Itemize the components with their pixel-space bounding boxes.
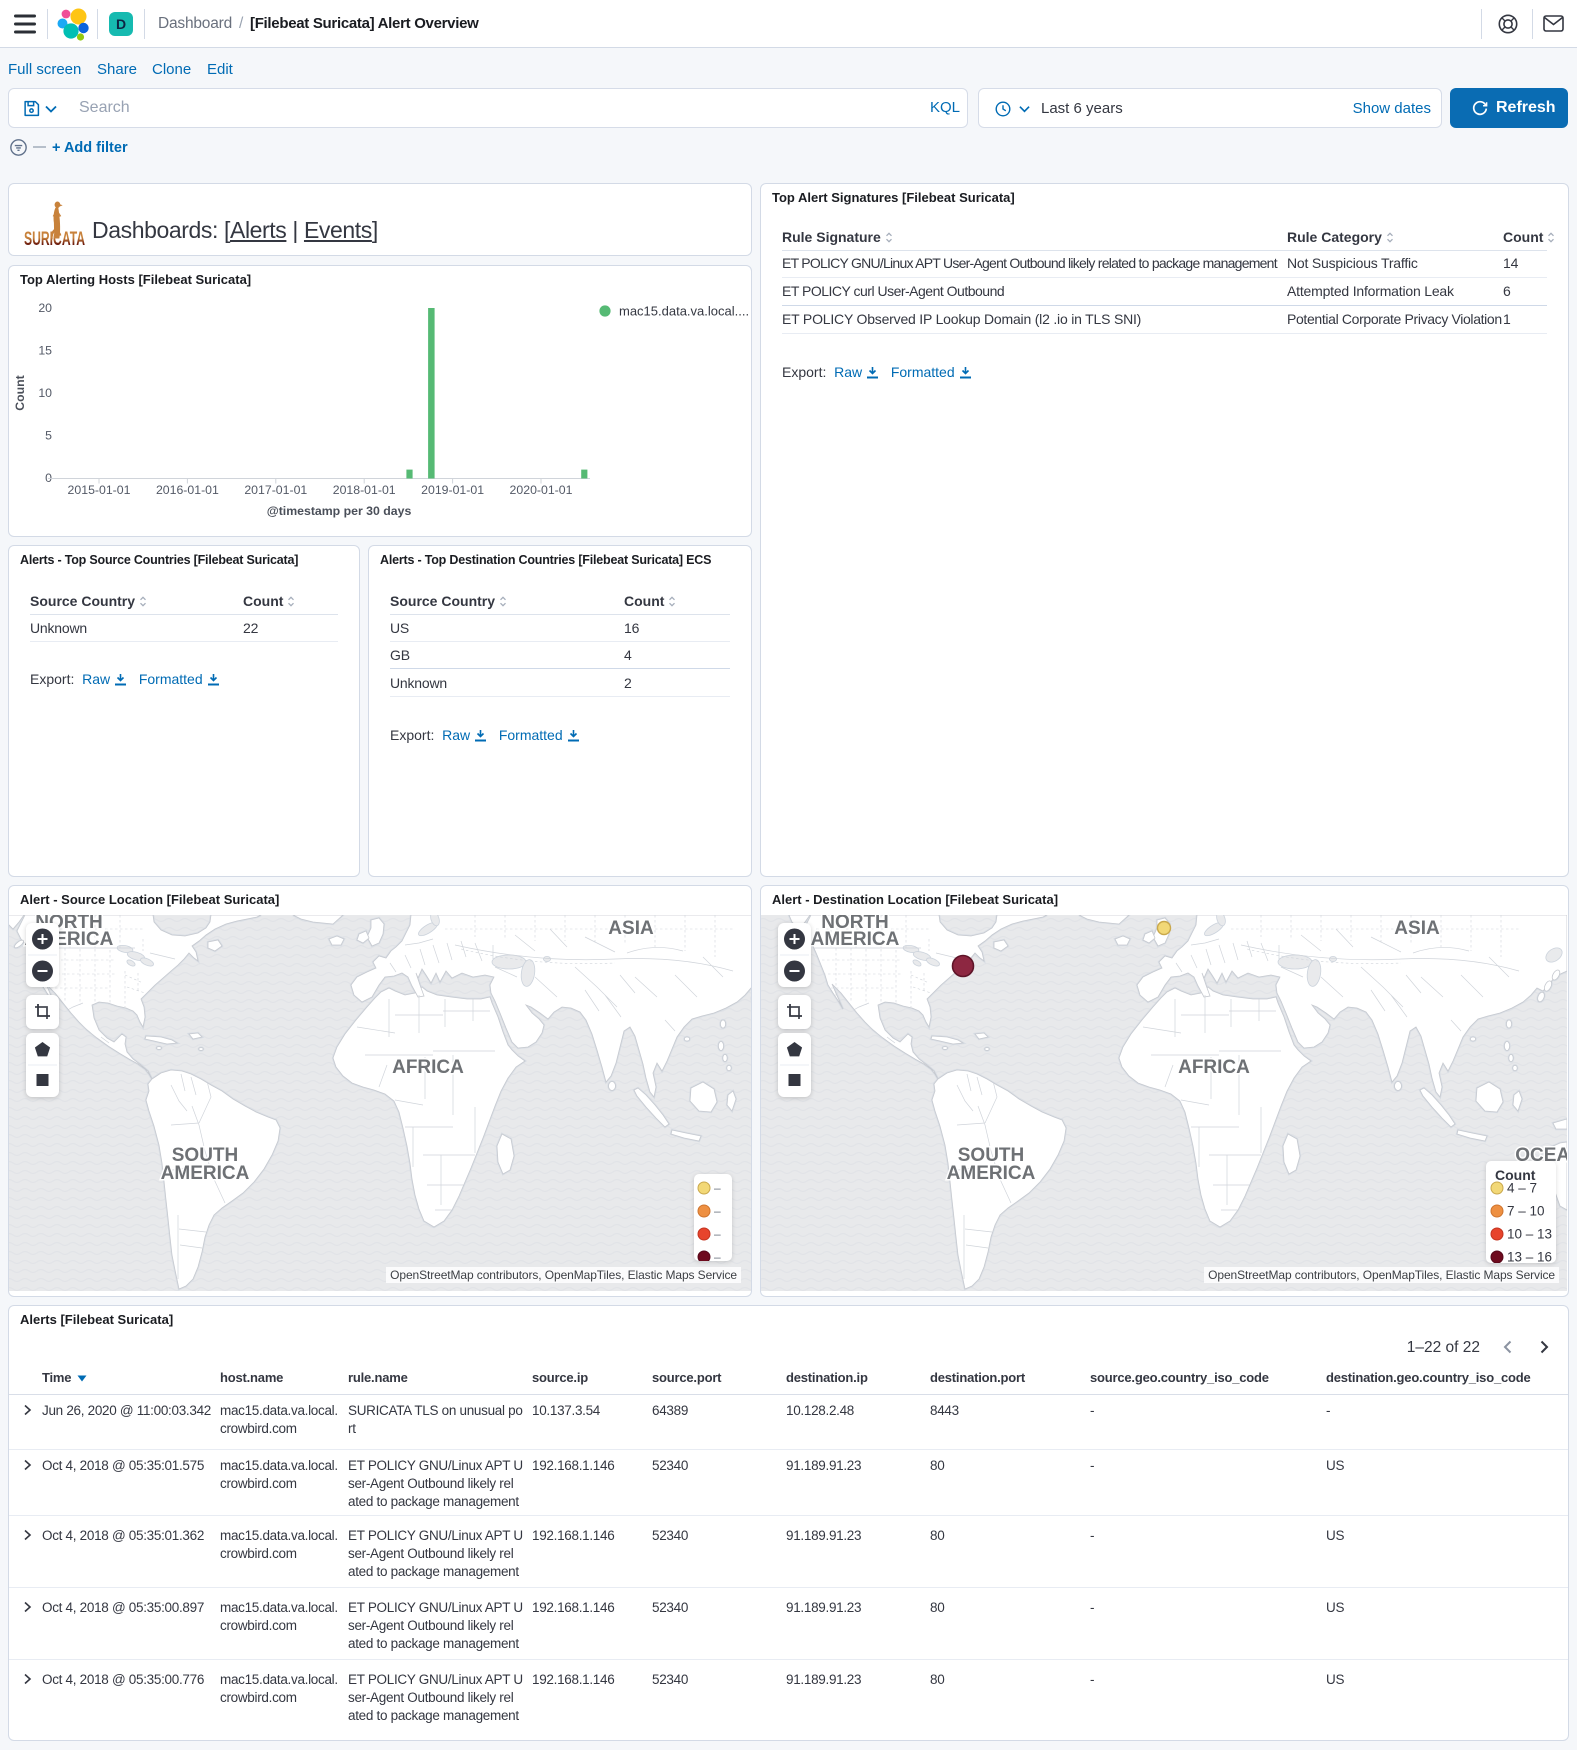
svg-text:mac15.data.va.local....: mac15.data.va.local....: [619, 304, 749, 319]
svg-text:2017-01-01: 2017-01-01: [244, 483, 307, 497]
svg-text:2016-01-01: 2016-01-01: [156, 483, 219, 497]
svg-text:10 – 13: 10 – 13: [1507, 1227, 1552, 1242]
svg-text:2015-01-01: 2015-01-01: [68, 483, 131, 497]
svg-text:ASIA: ASIA: [1394, 918, 1440, 939]
svg-text:7 – 10: 7 – 10: [1507, 1204, 1545, 1219]
svg-text:10: 10: [38, 386, 52, 400]
svg-text:SURICATA: SURICATA: [24, 229, 85, 250]
svg-text:2020-01-01: 2020-01-01: [510, 483, 573, 497]
svg-text:4 – 7: 4 – 7: [1507, 1181, 1537, 1196]
svg-text:AFRICA: AFRICA: [392, 1057, 464, 1078]
svg-text:Count: Count: [13, 375, 27, 411]
svg-text:AMERICA: AMERICA: [161, 1163, 250, 1184]
svg-text:AMERICA: AMERICA: [811, 929, 900, 950]
svg-text:ASIA: ASIA: [608, 918, 654, 939]
svg-text:20: 20: [38, 301, 52, 315]
svg-text:2019-01-01: 2019-01-01: [421, 483, 484, 497]
svg-text:–: –: [714, 1181, 721, 1195]
svg-text:13 – 16: 13 – 16: [1507, 1250, 1552, 1264]
svg-text:5: 5: [45, 429, 52, 443]
svg-text:AFRICA: AFRICA: [1178, 1057, 1250, 1078]
svg-text:2018-01-01: 2018-01-01: [333, 483, 396, 497]
svg-text:@timestamp per 30 days: @timestamp per 30 days: [267, 504, 412, 518]
svg-text:–: –: [714, 1204, 721, 1218]
svg-text:AMERICA: AMERICA: [947, 1163, 1036, 1184]
svg-text:–: –: [714, 1250, 721, 1261]
svg-text:–: –: [714, 1227, 721, 1241]
svg-text:15: 15: [38, 344, 52, 358]
